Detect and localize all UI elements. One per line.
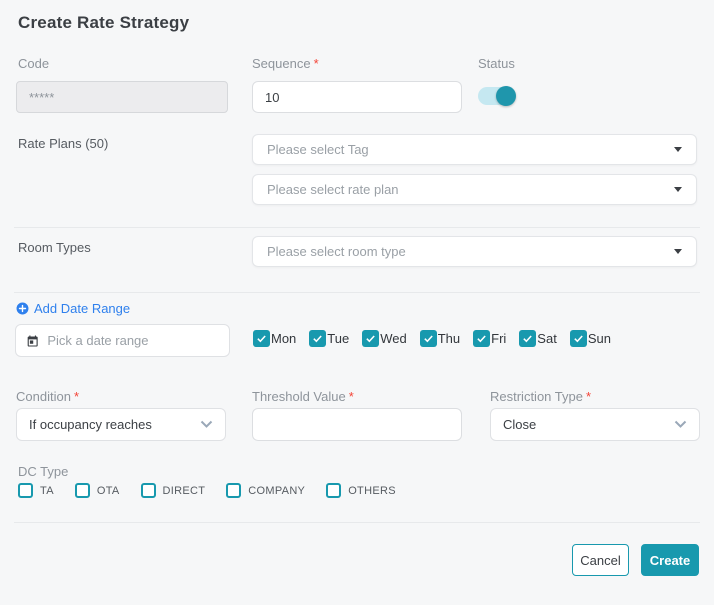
dc-option-label: OTHERS [348,485,396,497]
divider [14,292,700,293]
weekday-label: Tue [327,331,349,346]
dc-option-label: DIRECT [163,485,206,497]
condition-label: Condition* [16,389,79,404]
checkbox-checked-icon [519,330,536,347]
room-type-select-placeholder: Please select room type [267,244,406,259]
cancel-button[interactable]: Cancel [572,544,629,576]
condition-select[interactable]: If occupancy reaches [16,408,226,441]
weekday-label: Fri [491,331,506,346]
dc-option-label: COMPANY [248,485,305,497]
restriction-type-label-text: Restriction Type [490,389,583,404]
chevron-down-icon [674,420,687,429]
weekday-checkbox-thu[interactable]: Thu [420,330,460,347]
weekday-checkbox-sat[interactable]: Sat [519,330,557,347]
date-range-input[interactable] [47,333,219,348]
caret-down-icon [674,147,682,152]
dc-checkbox-others[interactable]: OTHERS [326,483,396,498]
weekday-checkbox-wed[interactable]: Wed [362,330,407,347]
code-input [16,81,228,113]
weekday-checkbox-tue[interactable]: Tue [309,330,349,347]
required-asterisk: * [314,56,319,71]
dc-option-label: OTA [97,485,120,497]
checkbox-unchecked-icon [18,483,33,498]
add-date-range-label: Add Date Range [34,301,130,316]
date-range-picker[interactable] [15,324,230,357]
restriction-type-label: Restriction Type* [490,389,591,404]
code-label: Code [18,56,49,71]
rate-plan-select[interactable]: Please select rate plan [252,174,697,205]
checkbox-checked-icon [473,330,490,347]
threshold-label: Threshold Value* [252,389,354,404]
dc-checkbox-company[interactable]: COMPANY [226,483,305,498]
checkbox-checked-icon [253,330,270,347]
condition-select-value: If occupancy reaches [29,417,152,432]
page-title: Create Rate Strategy [18,13,189,33]
checkbox-unchecked-icon [226,483,241,498]
checkbox-checked-icon [420,330,437,347]
sequence-input[interactable] [252,81,462,113]
divider [14,227,700,228]
tag-select-placeholder: Please select Tag [267,142,369,157]
restriction-type-select-value: Close [503,417,536,432]
weekday-checkbox-mon[interactable]: Mon [253,330,296,347]
chevron-down-icon [200,420,213,429]
dc-checkbox-direct[interactable]: DIRECT [141,483,206,498]
required-asterisk: * [349,389,354,404]
dc-type-checkbox-group: TA OTA DIRECT COMPANY OTHERS [18,483,396,498]
rate-plan-select-placeholder: Please select rate plan [267,182,399,197]
room-type-select[interactable]: Please select room type [252,236,697,267]
weekday-label: Thu [438,331,460,346]
calendar-icon [26,333,39,349]
status-label: Status [478,56,515,71]
add-date-range-link[interactable]: Add Date Range [16,301,130,316]
caret-down-icon [674,187,682,192]
weekday-label: Sat [537,331,557,346]
weekday-label: Wed [380,331,407,346]
checkbox-checked-icon [570,330,587,347]
toggle-knob-icon [496,86,516,106]
weekday-checkbox-fri[interactable]: Fri [473,330,506,347]
weekday-checkbox-sun[interactable]: Sun [570,330,611,347]
status-toggle[interactable] [478,87,514,105]
weekday-checkbox-group: Mon Tue Wed Thu Fri Sat Sun [253,330,611,347]
dc-checkbox-ota[interactable]: OTA [75,483,120,498]
checkbox-checked-icon [309,330,326,347]
dc-type-label: DC Type [18,464,68,479]
checkbox-unchecked-icon [75,483,90,498]
room-types-label: Room Types [18,240,91,255]
create-rate-strategy-form: Create Rate Strategy Code Sequence* Stat… [0,0,714,605]
restriction-type-select[interactable]: Close [490,408,700,441]
sequence-label-text: Sequence [252,56,311,71]
tag-select[interactable]: Please select Tag [252,134,697,165]
caret-down-icon [674,249,682,254]
checkbox-unchecked-icon [141,483,156,498]
required-asterisk: * [74,389,79,404]
dc-option-label: TA [40,485,54,497]
rate-plans-label: Rate Plans (50) [18,136,108,151]
weekday-label: Sun [588,331,611,346]
checkbox-checked-icon [362,330,379,347]
weekday-label: Mon [271,331,296,346]
checkbox-unchecked-icon [326,483,341,498]
condition-label-text: Condition [16,389,71,404]
dc-checkbox-ta[interactable]: TA [18,483,54,498]
sequence-label: Sequence* [252,56,319,71]
divider [14,522,700,523]
threshold-label-text: Threshold Value [252,389,346,404]
create-button[interactable]: Create [641,544,699,576]
threshold-input[interactable] [252,408,462,441]
plus-circle-icon [16,302,29,315]
required-asterisk: * [586,389,591,404]
